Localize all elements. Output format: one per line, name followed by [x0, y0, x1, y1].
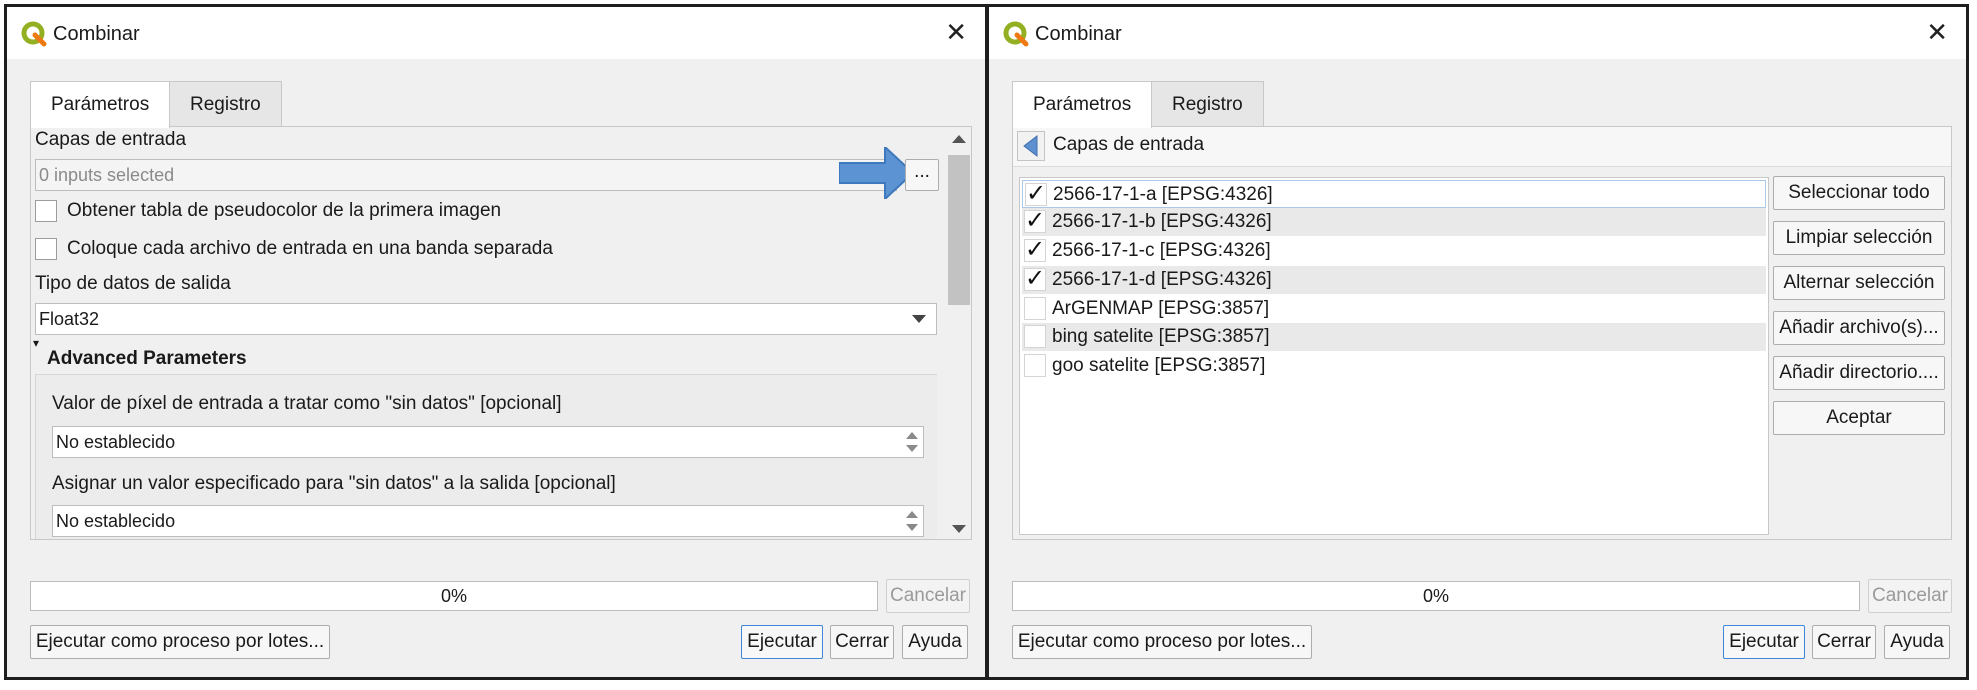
layer-row[interactable]: ✓ 2566-17-1-b [EPSG:4326]	[1022, 208, 1766, 236]
scroll-up-icon[interactable]	[952, 135, 966, 143]
title-bar: Combinar ✕	[989, 7, 1966, 59]
cancel-button[interactable]: Cancelar	[886, 579, 970, 613]
layer-checkbox[interactable]	[1024, 354, 1046, 377]
separate-band-label: Coloque cada archivo de entrada en una b…	[67, 238, 553, 259]
close-button[interactable]: Cerrar	[1812, 625, 1876, 659]
pseudocolor-checkbox[interactable]	[35, 200, 57, 222]
tab-parameters-label: Parámetros	[1033, 94, 1132, 115]
tab-parameters[interactable]: Parámetros	[30, 81, 171, 128]
panel-header-title: Capas de entrada	[1053, 134, 1205, 155]
accept-button[interactable]: Aceptar	[1773, 401, 1945, 435]
tab-parameters-label: Parámetros	[51, 94, 150, 115]
collapse-arrow-icon[interactable]: ▾	[33, 336, 39, 350]
nodata-output-value: No establecido	[56, 511, 176, 531]
progress-text: 0%	[440, 586, 467, 606]
qgis-logo-icon	[21, 21, 47, 47]
tab-log[interactable]: Registro	[1151, 81, 1264, 127]
progress-bar: 0%	[1012, 581, 1860, 611]
layer-name: bing satelite [EPSG:3857]	[1052, 326, 1270, 347]
input-layers-label: Capas de entrada	[35, 129, 187, 150]
layer-list[interactable]: ✓ 2566-17-1-a [EPSG:4326] ✓ 2566-17-1-b …	[1019, 177, 1769, 535]
layer-name: ArGENMAP [EPSG:3857]	[1052, 298, 1270, 319]
toggle-selection-button[interactable]: Alternar selección	[1773, 266, 1945, 300]
layer-name: 2566-17-1-b [EPSG:4326]	[1052, 211, 1272, 232]
spinbox-arrows[interactable]	[901, 506, 923, 536]
layer-name: 2566-17-1-d [EPSG:4326]	[1052, 269, 1272, 290]
back-arrow-icon[interactable]	[1017, 131, 1045, 161]
vertical-scrollbar[interactable]	[946, 127, 971, 539]
parameters-panel: Capas de entrada 0 inputs selected ... O…	[30, 126, 972, 540]
run-button[interactable]: Ejecutar	[741, 625, 823, 659]
layer-name: 2566-17-1-a [EPSG:4326]	[1053, 184, 1273, 205]
data-type-label: Tipo de datos de salida	[35, 273, 231, 294]
nodata-input-field[interactable]: No establecido	[52, 426, 924, 458]
help-button[interactable]: Ayuda	[902, 625, 968, 659]
tab-log-label: Registro	[1172, 94, 1243, 115]
close-icon[interactable]: ✕	[945, 19, 967, 45]
cancel-button[interactable]: Cancelar	[1868, 579, 1952, 613]
advanced-parameters-header[interactable]: Advanced Parameters	[47, 348, 247, 370]
nodata-input-value: No establecido	[56, 432, 176, 452]
select-all-button[interactable]: Seleccionar todo	[1773, 176, 1945, 210]
nodata-output-label: Asignar un valor especificado para "sin …	[52, 473, 616, 494]
separate-band-checkbox[interactable]	[35, 238, 57, 260]
layer-checkbox[interactable]: ✓	[1024, 209, 1046, 233]
clear-selection-button[interactable]: Limpiar selección	[1773, 221, 1945, 255]
combine-dialog-parameters: Combinar ✕ Parámetros Registro Capas de …	[4, 4, 988, 680]
browse-inputs-button[interactable]: ...	[905, 159, 939, 191]
nodata-output-field[interactable]: No establecido	[52, 505, 924, 537]
spinbox-arrows[interactable]	[901, 427, 923, 457]
spin-up-icon[interactable]	[906, 511, 918, 518]
layer-row[interactable]: ArGENMAP [EPSG:3857]	[1022, 295, 1766, 323]
add-directory-button[interactable]: Añadir directorio....	[1773, 356, 1945, 390]
close-button[interactable]: Cerrar	[830, 625, 894, 659]
add-files-button[interactable]: Añadir archivo(s)...	[1773, 311, 1945, 345]
chevron-down-icon	[912, 315, 926, 323]
spin-up-icon[interactable]	[906, 432, 918, 439]
scrollbar-thumb[interactable]	[948, 155, 970, 305]
panel-header: Capas de entrada	[1013, 127, 1951, 167]
help-button[interactable]: Ayuda	[1884, 625, 1950, 659]
layer-row[interactable]: ✓ 2566-17-1-d [EPSG:4326]	[1022, 266, 1766, 294]
batch-process-button[interactable]: Ejecutar como proceso por lotes...	[30, 625, 330, 659]
title-bar: Combinar ✕	[7, 7, 985, 59]
layer-name: 2566-17-1-c [EPSG:4326]	[1052, 240, 1271, 261]
combine-dialog-layer-selection: Combinar ✕ Parámetros Registro Capas de …	[986, 4, 1969, 680]
progress-bar: 0%	[30, 581, 878, 611]
layer-checkbox[interactable]	[1024, 297, 1046, 320]
layer-checkbox[interactable]: ✓	[1024, 267, 1046, 291]
layer-row[interactable]: bing satelite [EPSG:3857]	[1022, 323, 1766, 351]
qgis-logo-icon	[1003, 21, 1029, 47]
layer-row[interactable]: ✓ 2566-17-1-c [EPSG:4326]	[1022, 237, 1766, 265]
layer-checkbox[interactable]	[1024, 325, 1046, 348]
data-type-select[interactable]: Float32	[35, 303, 937, 335]
layer-name: goo satelite [EPSG:3857]	[1052, 355, 1266, 376]
layer-selection-panel: Capas de entrada ✓ 2566-17-1-a [EPSG:432…	[1012, 126, 1952, 540]
inputs-field[interactable]: 0 inputs selected	[35, 159, 897, 191]
batch-process-button[interactable]: Ejecutar como proceso por lotes...	[1012, 625, 1312, 659]
progress-text: 0%	[1422, 586, 1449, 606]
close-icon[interactable]: ✕	[1926, 19, 1948, 45]
window-title: Combinar	[53, 23, 140, 45]
nodata-input-label: Valor de píxel de entrada a tratar como …	[52, 393, 562, 414]
pseudocolor-label: Obtener tabla de pseudocolor de la prime…	[67, 200, 502, 221]
layer-row[interactable]: goo satelite [EPSG:3857]	[1022, 352, 1766, 380]
layer-checkbox[interactable]: ✓	[1024, 238, 1046, 262]
window-title: Combinar	[1035, 23, 1122, 45]
tab-parameters[interactable]: Parámetros	[1012, 81, 1153, 128]
spin-down-icon[interactable]	[906, 524, 918, 531]
layer-checkbox[interactable]: ✓	[1025, 182, 1047, 206]
scroll-down-icon[interactable]	[952, 525, 966, 533]
tab-log[interactable]: Registro	[169, 81, 282, 127]
run-button[interactable]: Ejecutar	[1723, 625, 1805, 659]
data-type-value: Float32	[39, 309, 100, 329]
tab-log-label: Registro	[190, 94, 261, 115]
advanced-group: Valor de píxel de entrada a tratar como …	[35, 374, 937, 539]
layer-row[interactable]: ✓ 2566-17-1-a [EPSG:4326]	[1022, 180, 1766, 208]
spin-down-icon[interactable]	[906, 445, 918, 452]
